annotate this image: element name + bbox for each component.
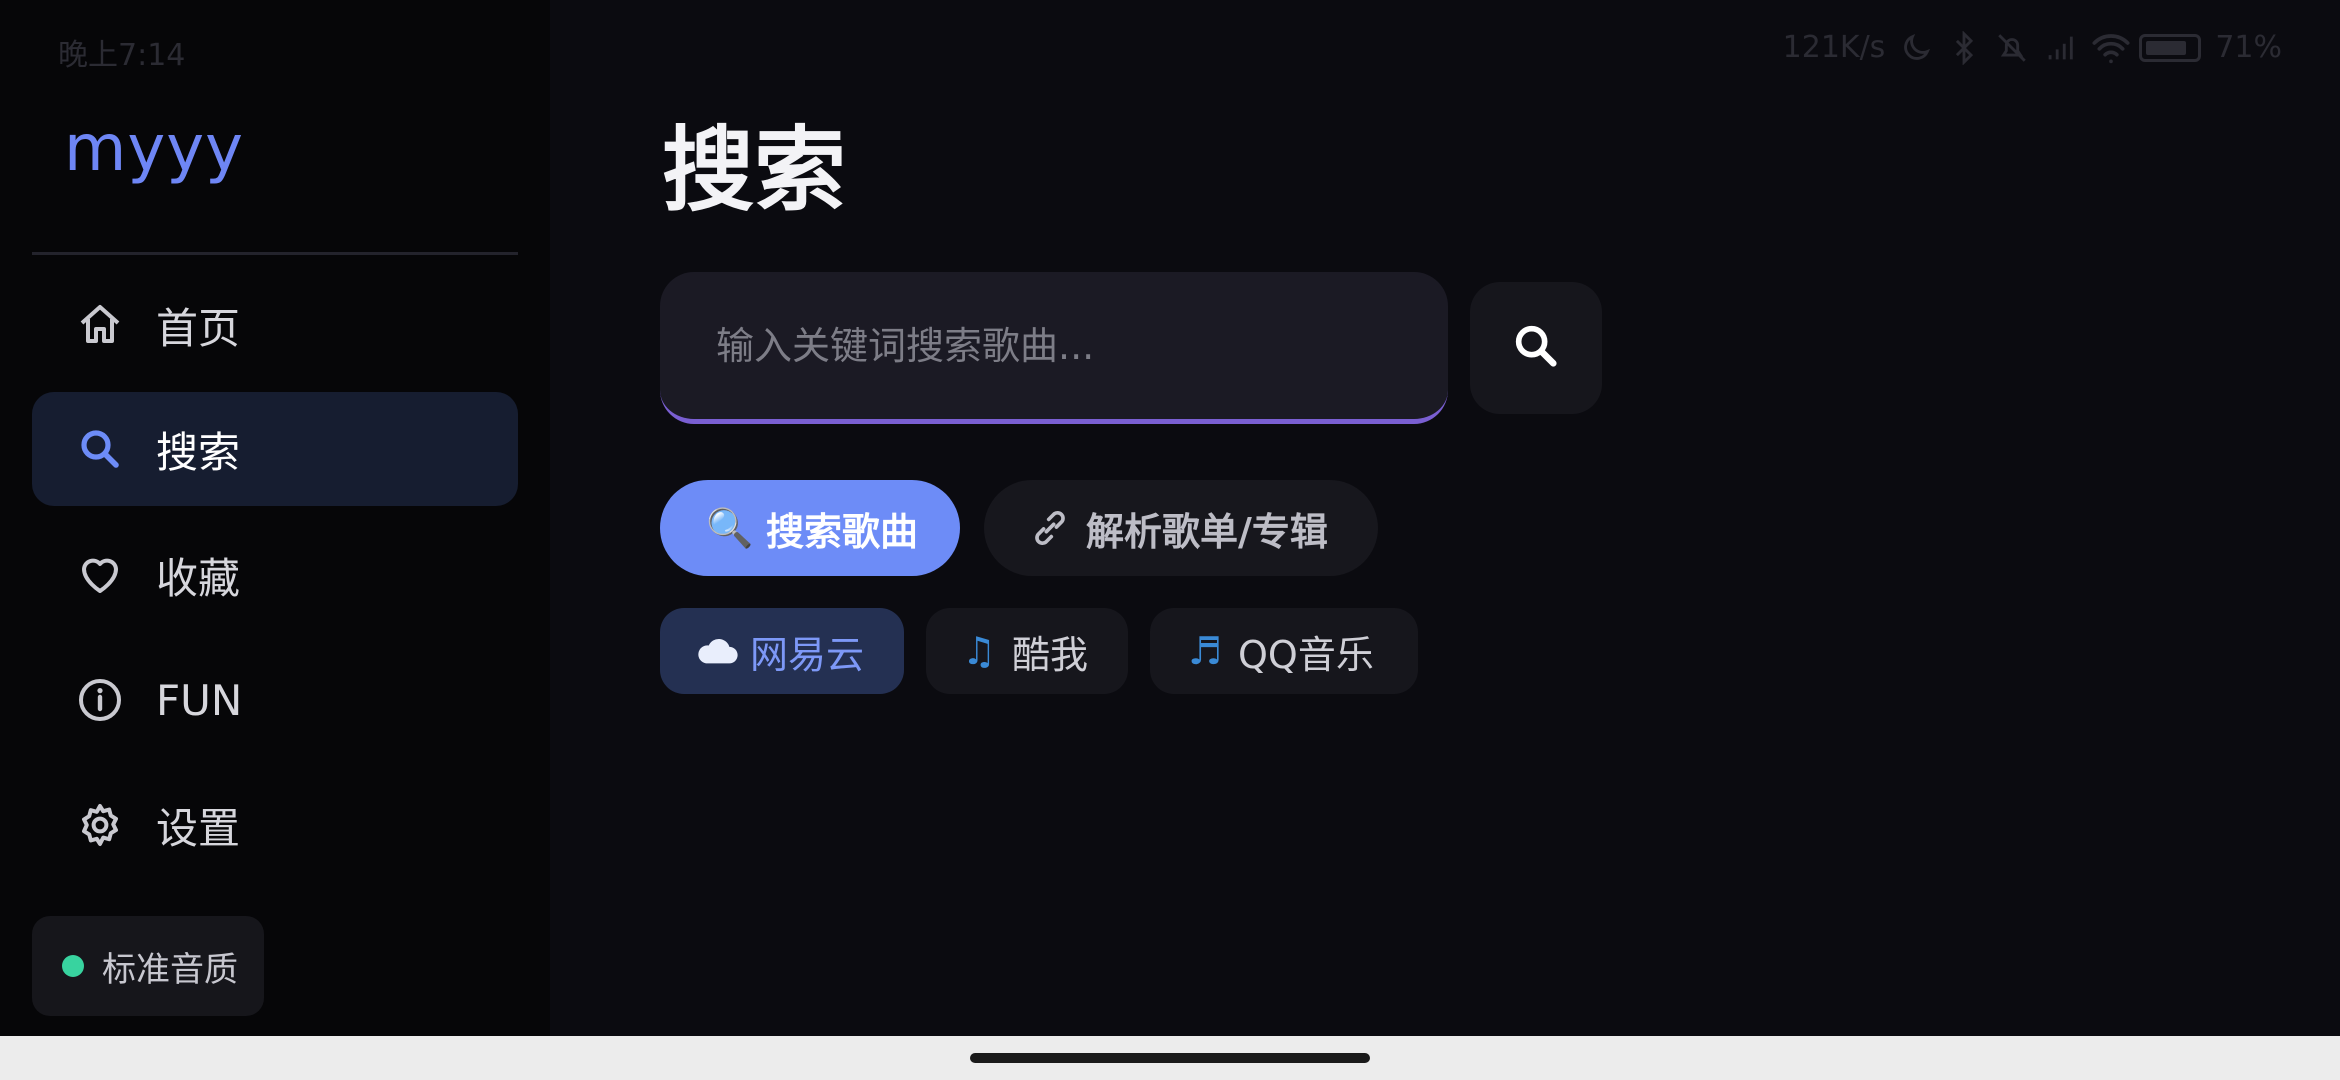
sidebar-divider xyxy=(32,252,518,255)
parse-playlist-tab[interactable]: 解析歌单/专辑 xyxy=(984,480,1378,576)
source-qq-chip[interactable]: ♬ QQ音乐 xyxy=(1150,608,1418,694)
source-kuwo-chip[interactable]: ♫ 酷我 xyxy=(926,608,1128,694)
source-label: 酷我 xyxy=(1012,632,1089,677)
moon-icon xyxy=(1899,31,1933,65)
sidebar-item-fun[interactable]: FUN xyxy=(32,643,518,757)
status-time: 晚上7:14 xyxy=(58,38,186,73)
cloud-icon xyxy=(694,628,740,674)
search-songs-tab[interactable]: 🔍 搜索歌曲 xyxy=(660,480,960,576)
heart-icon xyxy=(74,549,126,601)
quality-label: 标准音质 xyxy=(102,949,238,990)
battery-percent: 71% xyxy=(2215,30,2282,65)
music-notes-icon: ♬ xyxy=(1187,629,1223,673)
quality-badge[interactable]: 标准音质 xyxy=(32,916,264,1016)
music-note-icon: ♫ xyxy=(961,629,997,673)
mode-label: 搜索歌曲 xyxy=(766,509,919,554)
sidebar-item-home[interactable]: 首页 xyxy=(32,268,518,382)
mode-label: 解析歌单/专辑 xyxy=(1086,509,1328,554)
bluetooth-icon xyxy=(1947,29,1981,66)
search-box xyxy=(660,272,1448,424)
wifi-icon xyxy=(2091,31,2130,65)
source-label: 网易云 xyxy=(750,632,865,677)
status-bar: 晚上7:14 121K/s 71% xyxy=(0,0,2340,100)
search-input[interactable] xyxy=(660,272,1448,419)
page-title: 搜索 xyxy=(662,117,847,224)
status-icons: 121K/s 71% xyxy=(1782,29,2282,66)
sidebar: myyy 首页 搜索 收藏 FUN 设置 标准音质 xyxy=(0,0,550,1036)
sidebar-item-favorites[interactable]: 收藏 xyxy=(32,518,518,632)
magnifier-emoji-icon: 🔍 xyxy=(706,505,754,550)
sidebar-item-settings[interactable]: 设置 xyxy=(32,768,518,882)
sidebar-item-label: 收藏 xyxy=(156,553,241,603)
search-button[interactable] xyxy=(1470,282,1602,414)
gear-icon xyxy=(74,799,126,851)
sidebar-item-label: 搜索 xyxy=(156,427,241,477)
battery-icon xyxy=(2139,33,2202,62)
sidebar-item-label: FUN xyxy=(156,675,243,725)
app-screen: 晚上7:14 121K/s 71% myyy 首页 搜索 收藏 FUN 设置 标… xyxy=(0,0,2340,1080)
source-netease-chip[interactable]: 网易云 xyxy=(660,608,904,694)
info-icon xyxy=(74,674,126,726)
search-icon xyxy=(1510,320,1562,376)
app-logo: myyy xyxy=(64,112,244,186)
network-speed: 121K/s xyxy=(1782,30,1886,65)
sidebar-item-label: 设置 xyxy=(156,803,241,853)
home-icon xyxy=(74,299,126,351)
sidebar-item-label: 首页 xyxy=(156,303,241,353)
home-indicator[interactable] xyxy=(970,1053,1370,1063)
search-icon xyxy=(74,423,126,475)
link-icon xyxy=(1026,504,1074,552)
system-nav-bar xyxy=(0,1036,2340,1080)
mute-bell-icon xyxy=(1995,31,2029,65)
status-dot xyxy=(62,955,84,977)
source-label: QQ音乐 xyxy=(1238,632,1374,677)
sidebar-item-search[interactable]: 搜索 xyxy=(32,392,518,506)
signal-icon xyxy=(2043,31,2077,65)
